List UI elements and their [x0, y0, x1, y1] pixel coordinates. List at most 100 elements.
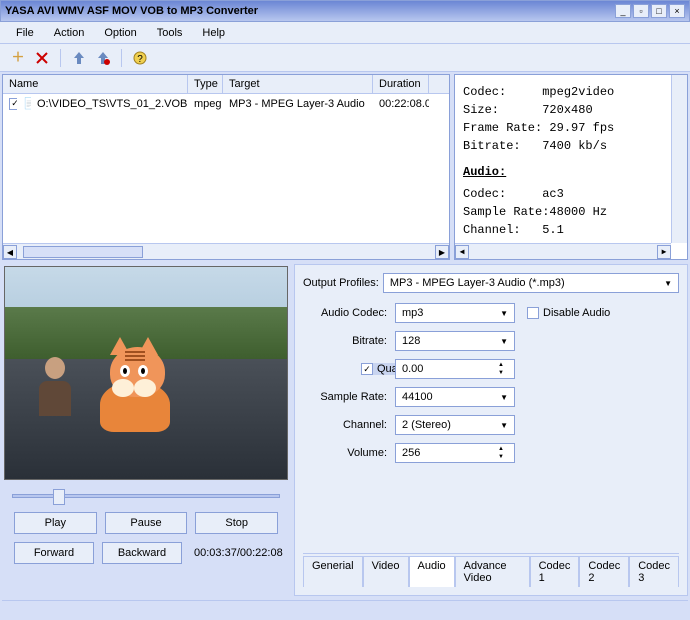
file-icon: 📄	[17, 96, 31, 111]
col-name[interactable]: Name	[3, 75, 188, 93]
output-profile-select[interactable]: MP3 - MPEG Layer-3 Audio (*.mp3) ▼	[383, 273, 679, 293]
window-controls: _ ▫ □ ×	[615, 4, 685, 18]
pause-button[interactable]: Pause	[105, 512, 188, 534]
file-list: Name Type Target Duration ✓ 📄 O:\VIDEO_T…	[2, 74, 450, 260]
info-hscroll[interactable]: ◀ ▶	[455, 243, 671, 259]
stop-button[interactable]: Stop	[195, 512, 278, 534]
convert-icon[interactable]	[69, 48, 89, 68]
info-size-label: Size:	[463, 103, 499, 117]
upper-panes: Name Type Target Duration ✓ 📄 O:\VIDEO_T…	[0, 72, 690, 262]
window-title: YASA AVI WMV ASF MOV VOB to MP3 Converte…	[5, 5, 615, 17]
samplerate-select[interactable]: 44100▼	[395, 387, 515, 407]
close-icon[interactable]: ×	[669, 4, 685, 18]
backward-button[interactable]: Backward	[102, 542, 182, 564]
menu-tools[interactable]: Tools	[149, 25, 191, 41]
info-samplerate-label: Sample Rate:	[463, 205, 549, 219]
video-preview[interactable]	[4, 266, 288, 480]
bitrate-select[interactable]: 128▼	[395, 331, 515, 351]
cell-type: mpeg	[188, 97, 223, 111]
info-codec-value: mpeg2video	[542, 85, 614, 99]
channel-select[interactable]: 2 (Stereo)▼	[395, 415, 515, 435]
channel-label: Channel:	[303, 419, 395, 431]
toolbar-separator	[121, 49, 122, 67]
scroll-right-icon[interactable]: ▶	[657, 245, 671, 259]
tab-advance-video[interactable]: Advance Video	[455, 556, 530, 587]
help-icon[interactable]: ?	[130, 48, 150, 68]
cell-duration: 00:22:08.0	[373, 97, 429, 111]
disable-audio-checkbox[interactable]	[527, 307, 539, 319]
info-vscroll[interactable]	[671, 75, 687, 243]
menubar: File Action Option Tools Help	[0, 22, 690, 44]
scroll-thumb[interactable]	[23, 246, 143, 258]
menu-help[interactable]: Help	[194, 25, 233, 41]
forward-button[interactable]: Forward	[14, 542, 94, 564]
toolbar: ?	[0, 44, 690, 72]
time-display: 00:03:37/00:22:08	[190, 547, 283, 559]
row-checkbox[interactable]: ✓	[9, 98, 17, 110]
tab-codec2[interactable]: Codec 2	[579, 556, 629, 587]
spin-down-icon[interactable]: ▼	[494, 369, 508, 377]
samplerate-label: Sample Rate:	[303, 391, 395, 403]
spin-up-icon[interactable]: ▲	[494, 445, 508, 453]
info-acodec-label: Codec:	[463, 187, 506, 201]
info-channel-value: 5.1	[542, 223, 564, 237]
info-bitrate-value: 7400 kb/s	[542, 139, 607, 153]
titlebar: YASA AVI WMV ASF MOV VOB to MP3 Converte…	[0, 0, 690, 22]
menu-option[interactable]: Option	[96, 25, 144, 41]
seek-slider[interactable]	[4, 484, 288, 508]
media-info: Codec: mpeg2video Size: 720x480 Frame Ra…	[454, 74, 688, 260]
quality-input[interactable]: 0.00▲▼	[395, 359, 515, 379]
col-type[interactable]: Type	[188, 75, 223, 93]
tab-codec1[interactable]: Codec 1	[530, 556, 580, 587]
maximize-icon[interactable]: □	[651, 4, 667, 18]
svg-text:?: ?	[137, 54, 143, 65]
cell-name: O:\VIDEO_TS\VTS_01_2.VOB	[31, 97, 188, 111]
toolbar-separator	[60, 49, 61, 67]
col-duration[interactable]: Duration	[373, 75, 429, 93]
play-button[interactable]: Play	[14, 512, 97, 534]
audio-codec-select[interactable]: mp3▼	[395, 303, 515, 323]
scroll-left-icon[interactable]: ◀	[3, 245, 17, 259]
stop-convert-icon[interactable]	[93, 48, 113, 68]
info-codec-label: Codec:	[463, 85, 506, 99]
tab-audio[interactable]: Audio	[409, 556, 455, 587]
col-target[interactable]: Target	[223, 75, 373, 93]
settings-pane: Output Profiles: MP3 - MPEG Layer-3 Audi…	[294, 264, 688, 596]
bitrate-label: Bitrate:	[303, 335, 395, 347]
preview-pane: Play Pause Stop Forward Backward 00:03:3…	[0, 262, 292, 598]
seek-thumb[interactable]	[53, 489, 65, 505]
remove-file-icon[interactable]	[32, 48, 52, 68]
add-file-icon[interactable]	[8, 48, 28, 68]
info-acodec-value: ac3	[542, 187, 564, 201]
scroll-right-icon[interactable]: ▶	[435, 245, 449, 259]
tab-codec3[interactable]: Codec 3	[629, 556, 679, 587]
filelist-hscroll[interactable]: ◀ ▶	[3, 243, 449, 259]
chevron-down-icon: ▼	[500, 421, 508, 430]
info-audio-header: Audio:	[463, 163, 679, 181]
file-list-header: Name Type Target Duration	[3, 75, 449, 94]
output-profile-value: MP3 - MPEG Layer-3 Audio (*.mp3)	[390, 277, 565, 289]
audio-codec-label: Audio Codec:	[303, 307, 395, 319]
cell-target: MP3 - MPEG Layer-3 Audio	[223, 97, 373, 111]
status-bar	[2, 600, 688, 616]
chevron-down-icon: ▼	[500, 393, 508, 402]
lower-panes: Play Pause Stop Forward Backward 00:03:3…	[0, 262, 690, 598]
menu-action[interactable]: Action	[46, 25, 93, 41]
chevron-down-icon: ▼	[664, 279, 672, 288]
info-size-value: 720x480	[542, 103, 592, 117]
spin-up-icon[interactable]: ▲	[494, 361, 508, 369]
tab-video[interactable]: Video	[363, 556, 409, 587]
quality-checkbox[interactable]: ✓	[361, 363, 373, 375]
disable-audio-label: Disable Audio	[543, 307, 610, 319]
file-row[interactable]: ✓ 📄 O:\VIDEO_TS\VTS_01_2.VOB mpeg MP3 - …	[3, 94, 449, 113]
restore-icon[interactable]: ▫	[633, 4, 649, 18]
output-profile-label: Output Profiles:	[303, 277, 379, 289]
info-bitrate-label: Bitrate:	[463, 139, 521, 153]
scroll-left-icon[interactable]: ◀	[455, 245, 469, 259]
volume-label: Volume:	[303, 447, 395, 459]
minimize-icon[interactable]: _	[615, 4, 631, 18]
menu-file[interactable]: File	[8, 25, 42, 41]
tab-general[interactable]: Generial	[303, 556, 363, 587]
volume-input[interactable]: 256▲▼	[395, 443, 515, 463]
spin-down-icon[interactable]: ▼	[494, 453, 508, 461]
